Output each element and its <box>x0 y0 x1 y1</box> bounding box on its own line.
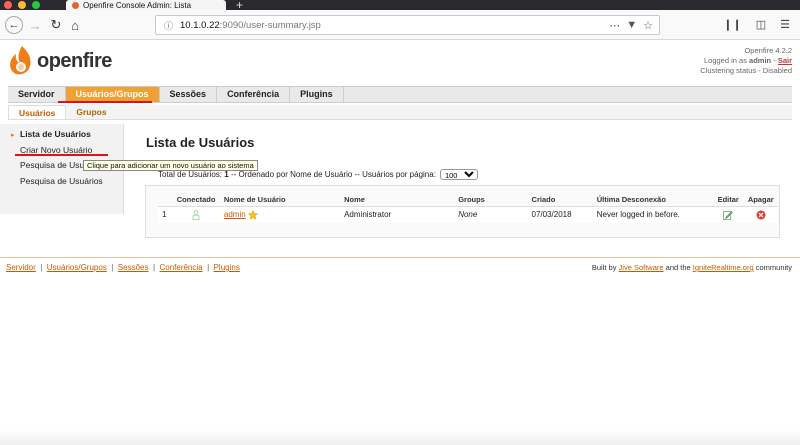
row-name: Administrator <box>340 206 455 223</box>
browser-titlebar: Openfire Console Admin: Lista + <box>0 0 800 12</box>
clustering-status: Clustering status - Disabled <box>700 66 792 75</box>
footer-link-servidor[interactable]: Servidor <box>6 263 36 272</box>
edit-icon[interactable] <box>723 210 734 220</box>
openfire-logo[interactable]: openfire <box>8 44 112 78</box>
logout-link[interactable]: Sair <box>778 56 792 65</box>
user-summary: Total de Usuários: 1 -- Ordenado por Nom… <box>158 169 478 180</box>
row-created: 07/03/2018 <box>527 206 593 223</box>
igniterealtime-link[interactable]: IgniteRealtime.org <box>693 263 754 272</box>
bookmark-star-icon[interactable]: ☆ <box>643 19 653 32</box>
username-link[interactable]: admin <box>224 210 246 219</box>
more-actions-icon[interactable]: ⋯ <box>609 19 620 32</box>
user-table: Conectado Nome de Usuário Nome Groups Cr… <box>158 193 778 223</box>
col-nome-usuario: Nome de Usuário <box>219 193 341 207</box>
header-meta: Openfire 4.2.2 Logged in as admin - Sair… <box>700 46 792 76</box>
tab-sessoes[interactable]: Sessões <box>160 87 218 102</box>
col-ultima-desconexao: Última Desconexão <box>592 193 713 207</box>
pocket-icon[interactable]: ▼ <box>626 19 637 32</box>
table-row: 1 admin Administrator None 07/03/2018 Ne… <box>158 206 778 223</box>
highlight-underline-nav <box>58 101 152 103</box>
library-icon[interactable]: ❙❙ <box>723 18 741 31</box>
sidebar-toggle-icon[interactable]: ◫ <box>756 18 766 31</box>
reload-icon[interactable]: ↻ <box>48 17 64 33</box>
col-conectado: Conectado <box>172 193 220 207</box>
row-last-logout: Never logged in before. <box>592 206 713 223</box>
footer-credits: Built by Jive Software and the IgniteRea… <box>591 263 792 272</box>
sub-nav: Usuários Grupos <box>8 105 792 120</box>
tab-servidor[interactable]: Servidor <box>8 87 66 102</box>
admin-star-icon <box>247 209 258 220</box>
page-title: Lista de Usuários <box>146 135 255 150</box>
per-page-select[interactable]: 100 <box>439 169 478 180</box>
col-groups: Groups <box>454 193 528 207</box>
footer-link-plugins[interactable]: Plugins <box>214 263 240 272</box>
browser-navbar: ← → ↻ ⌂ ⓘ 10.1.0.22:9090/user-summary.js… <box>0 10 800 40</box>
close-window-icon[interactable] <box>4 1 12 9</box>
maximize-window-icon[interactable] <box>32 1 40 9</box>
logo-text: openfire <box>37 49 112 72</box>
user-table-container: Conectado Nome de Usuário Nome Groups Cr… <box>145 185 780 238</box>
openfire-favicon-icon <box>72 1 79 9</box>
row-groups: None <box>454 206 528 223</box>
tab-plugins[interactable]: Plugins <box>290 87 344 102</box>
col-nome: Nome <box>340 193 455 207</box>
login-status: Logged in as admin - Sair <box>704 56 792 65</box>
bottom-shade <box>0 430 800 445</box>
footer-link-conferencia[interactable]: Conferência <box>159 263 202 272</box>
info-icon[interactable]: ⓘ <box>164 19 173 32</box>
subtab-grupos[interactable]: Grupos <box>66 105 116 119</box>
forward-arrow-icon[interactable]: → <box>27 17 43 33</box>
url-path: :9090/user-summary.jsp <box>219 19 321 31</box>
flame-logo-icon <box>10 46 31 75</box>
tab-conferencia[interactable]: Conferência <box>217 87 291 102</box>
sidebar-item-pesquisa-truncated[interactable]: Pesquisa de Usuár <box>20 160 92 170</box>
tab-title: Openfire Console Admin: Lista <box>83 0 192 10</box>
bullet-arrow-icon: ▸ <box>11 132 15 139</box>
url-host: 10.1.0.22 <box>180 19 220 31</box>
highlight-underline-sidebar <box>15 154 108 156</box>
footer: Servidor | Usuários/Grupos | Sessões | C… <box>0 257 800 275</box>
sidebar-item-pesquisa-usuarios[interactable]: Pesquisa de Usuários <box>20 176 103 186</box>
delete-icon[interactable] <box>756 210 766 220</box>
footer-link-sessoes[interactable]: Sessões <box>118 263 149 272</box>
menu-icon[interactable]: ☰ <box>780 18 790 31</box>
col-index <box>158 193 173 207</box>
browser-tab[interactable]: Openfire Console Admin: Lista <box>66 0 226 10</box>
version-text: Openfire 4.2.2 <box>744 46 792 55</box>
openfire-header: openfire Openfire 4.2.2 Logged in as adm… <box>0 40 800 86</box>
footer-link-usuarios-grupos[interactable]: Usuários/Grupos <box>47 263 107 272</box>
footer-links: Servidor | Usuários/Grupos | Sessões | C… <box>6 263 240 272</box>
row-index: 1 <box>158 206 173 223</box>
minimize-window-icon[interactable] <box>18 1 26 9</box>
tab-usuarios-grupos[interactable]: Usuários/Grupos <box>65 87 160 102</box>
subtab-usuarios[interactable]: Usuários <box>8 105 67 119</box>
logged-user: admin <box>749 56 772 65</box>
address-bar[interactable]: ⓘ 10.1.0.22:9090/user-summary.jsp ⋯ ▼ ☆ <box>155 15 660 35</box>
col-criado: Criado <box>527 193 593 207</box>
jive-software-link[interactable]: Jive Software <box>619 263 664 272</box>
offline-user-icon <box>192 209 200 220</box>
sidebar-item-lista-usuarios[interactable]: Lista de Usuários <box>20 129 91 139</box>
col-editar: Editar <box>712 193 744 207</box>
back-arrow-icon[interactable]: ← <box>5 16 23 34</box>
col-apagar: Apagar <box>743 193 778 207</box>
home-icon[interactable]: ⌂ <box>67 17 83 33</box>
